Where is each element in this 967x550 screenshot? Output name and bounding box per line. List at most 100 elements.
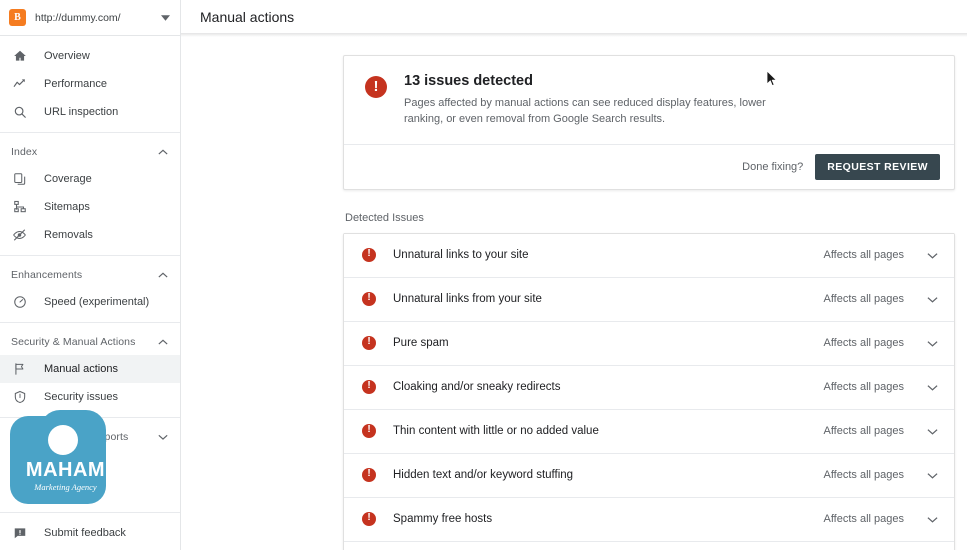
sidebar-item-label: Overview xyxy=(44,50,90,62)
table-row[interactable]: ! Thin content with little or no added v… xyxy=(344,408,954,453)
issues-banner-title: 13 issues detected xyxy=(404,73,533,89)
error-icon: ! xyxy=(362,292,376,307)
error-icon: ! xyxy=(362,468,376,483)
sidebar-item-settings[interactable]: Settings xyxy=(0,478,180,506)
sidebar-nav: Overview Performance URL inspection Inde… xyxy=(0,36,180,550)
issue-name: Cloaking and/or sneaky redirects xyxy=(393,381,561,394)
sidebar-item-performance[interactable]: Performance xyxy=(0,70,180,98)
main-area: Manual actions ! 13 issues detected Page… xyxy=(181,0,967,550)
sidebar-group-header-enhancements[interactable]: Enhancements xyxy=(0,262,180,288)
sidebar-item-url-inspection[interactable]: URL inspection xyxy=(0,98,180,126)
chevron-up-icon[interactable] xyxy=(158,339,168,345)
issue-affects: Affects all pages xyxy=(823,293,904,306)
table-row[interactable]: ! User-generated spam Affects all pages xyxy=(344,540,954,550)
chevron-down-icon[interactable] xyxy=(924,296,940,303)
shield-icon xyxy=(11,389,28,406)
table-row[interactable]: ! Spammy free hosts Affects all pages xyxy=(344,496,954,541)
table-row[interactable]: ! Hidden text and/or keyword stuffing Af… xyxy=(344,452,954,497)
error-icon: ! xyxy=(362,512,376,527)
chevron-down-icon[interactable] xyxy=(924,384,940,391)
search-icon xyxy=(11,104,28,121)
sidebar-item-label: URL inspection xyxy=(44,106,119,118)
error-icon-glyph: ! xyxy=(373,77,379,95)
app-root: B http://dummy.com/ Overview Performance… xyxy=(0,0,967,550)
sidebar-group-label: Enhancements xyxy=(11,269,83,281)
top-bar: Manual actions xyxy=(181,0,967,33)
issue-affects: Affects all pages xyxy=(823,249,904,262)
chevron-down-icon[interactable] xyxy=(924,516,940,523)
trend-line-icon xyxy=(11,76,28,93)
sidebar-item-removals[interactable]: Removals xyxy=(0,221,180,249)
sitemap-icon xyxy=(11,199,28,216)
sidebar-item-submit-feedback[interactable]: Submit feedback xyxy=(0,519,180,547)
nav-group-enhancements: Enhancements Speed (experimental) xyxy=(0,255,180,322)
sidebar-item-links[interactable]: Links xyxy=(0,450,180,478)
issues-banner-text: 13 issues detected Pages affected by man… xyxy=(404,73,934,128)
table-row[interactable]: ! Cloaking and/or sneaky redirects Affec… xyxy=(344,364,954,409)
detected-issues-label: Detected Issues xyxy=(345,211,424,224)
chevron-down-icon[interactable] xyxy=(924,428,940,435)
page-title: Manual actions xyxy=(200,8,295,25)
issue-name: Thin content with little or no added val… xyxy=(393,425,599,438)
sidebar: B http://dummy.com/ Overview Performance… xyxy=(0,0,181,550)
sidebar-item-overview[interactable]: Overview xyxy=(0,42,180,70)
sidebar-item-label: Sitemaps xyxy=(44,201,90,213)
sidebar-item-coverage[interactable]: Coverage xyxy=(0,165,180,193)
chevron-up-icon[interactable] xyxy=(158,272,168,278)
error-icon: ! xyxy=(362,380,376,395)
nav-group-security: Security & Manual Actions Manual actions xyxy=(0,322,180,417)
issue-affects: Affects all pages xyxy=(823,513,904,526)
table-row[interactable]: ! Unnatural links from your site Affects… xyxy=(344,276,954,321)
nav-group-index: Index Coverage Sitemaps Removals xyxy=(0,132,180,255)
request-review-button[interactable]: REQUEST REVIEW xyxy=(815,153,940,180)
issue-name: Hidden text and/or keyword stuffing xyxy=(393,469,574,482)
sidebar-group-header-legacy[interactable]: Legacy tools and reports xyxy=(0,424,180,450)
nav-group-primary: Overview Performance URL inspection xyxy=(0,36,180,132)
sidebar-group-label: Security & Manual Actions xyxy=(11,336,136,348)
sidebar-group-header-index[interactable]: Index xyxy=(0,139,180,165)
issue-name: Pure spam xyxy=(393,337,449,350)
chevron-down-icon[interactable] xyxy=(924,340,940,347)
issues-banner-description: Pages affected by manual actions can see… xyxy=(404,97,766,125)
sidebar-group-label: Legacy tools and reports xyxy=(11,431,129,443)
chevron-down-icon[interactable] xyxy=(158,434,168,440)
blogger-b-icon: B xyxy=(9,9,26,26)
links-icon xyxy=(11,456,28,473)
issue-affects: Affects all pages xyxy=(823,425,904,438)
chevron-down-icon[interactable] xyxy=(924,252,940,259)
done-fixing-label: Done fixing? xyxy=(742,160,804,173)
sidebar-item-label: Submit feedback xyxy=(44,527,126,539)
chevron-down-icon[interactable] xyxy=(158,14,172,21)
issue-affects: Affects all pages xyxy=(823,337,904,350)
chevron-down-icon[interactable] xyxy=(924,472,940,479)
sidebar-item-security-issues[interactable]: Security issues xyxy=(0,383,180,411)
flag-icon xyxy=(11,361,28,378)
blogger-b-letter: B xyxy=(14,11,21,23)
detected-issues-list: ! Unnatural links to your site Affects a… xyxy=(343,232,955,550)
content-scroll: ! 13 issues detected Pages affected by m… xyxy=(181,37,967,550)
issue-affects: Affects all pages xyxy=(823,381,904,394)
feedback-icon xyxy=(11,525,28,542)
issue-affects: Affects all pages xyxy=(823,469,904,482)
error-icon: ! xyxy=(362,248,376,263)
sidebar-item-sitemaps[interactable]: Sitemaps xyxy=(0,193,180,221)
sidebar-item-speed[interactable]: Speed (experimental) xyxy=(0,288,180,316)
property-selector[interactable]: B http://dummy.com/ xyxy=(0,0,180,36)
chevron-up-icon[interactable] xyxy=(158,149,168,155)
sidebar-item-label: Links xyxy=(44,458,70,470)
sidebar-item-label: Manual actions xyxy=(44,363,118,375)
sidebar-item-label: Speed (experimental) xyxy=(44,296,150,308)
sidebar-group-header-security[interactable]: Security & Manual Actions xyxy=(0,329,180,355)
table-row[interactable]: ! Unnatural links to your site Affects a… xyxy=(344,232,954,277)
sidebar-item-label: Security issues xyxy=(44,391,118,403)
issues-banner-body: ! 13 issues detected Pages affected by m… xyxy=(344,56,954,144)
sidebar-item-label: Performance xyxy=(44,78,107,90)
table-row[interactable]: ! Pure spam Affects all pages xyxy=(344,320,954,365)
issue-name: Unnatural links to your site xyxy=(393,249,529,262)
speedometer-icon xyxy=(11,294,28,311)
nav-group-legacy: Legacy tools and reports Links Settings xyxy=(0,417,180,512)
content-column: ! 13 issues detected Pages affected by m… xyxy=(343,55,955,550)
issue-name: Unnatural links from your site xyxy=(393,293,542,306)
sidebar-item-manual-actions[interactable]: Manual actions xyxy=(0,355,180,383)
property-url: http://dummy.com/ xyxy=(35,11,121,24)
